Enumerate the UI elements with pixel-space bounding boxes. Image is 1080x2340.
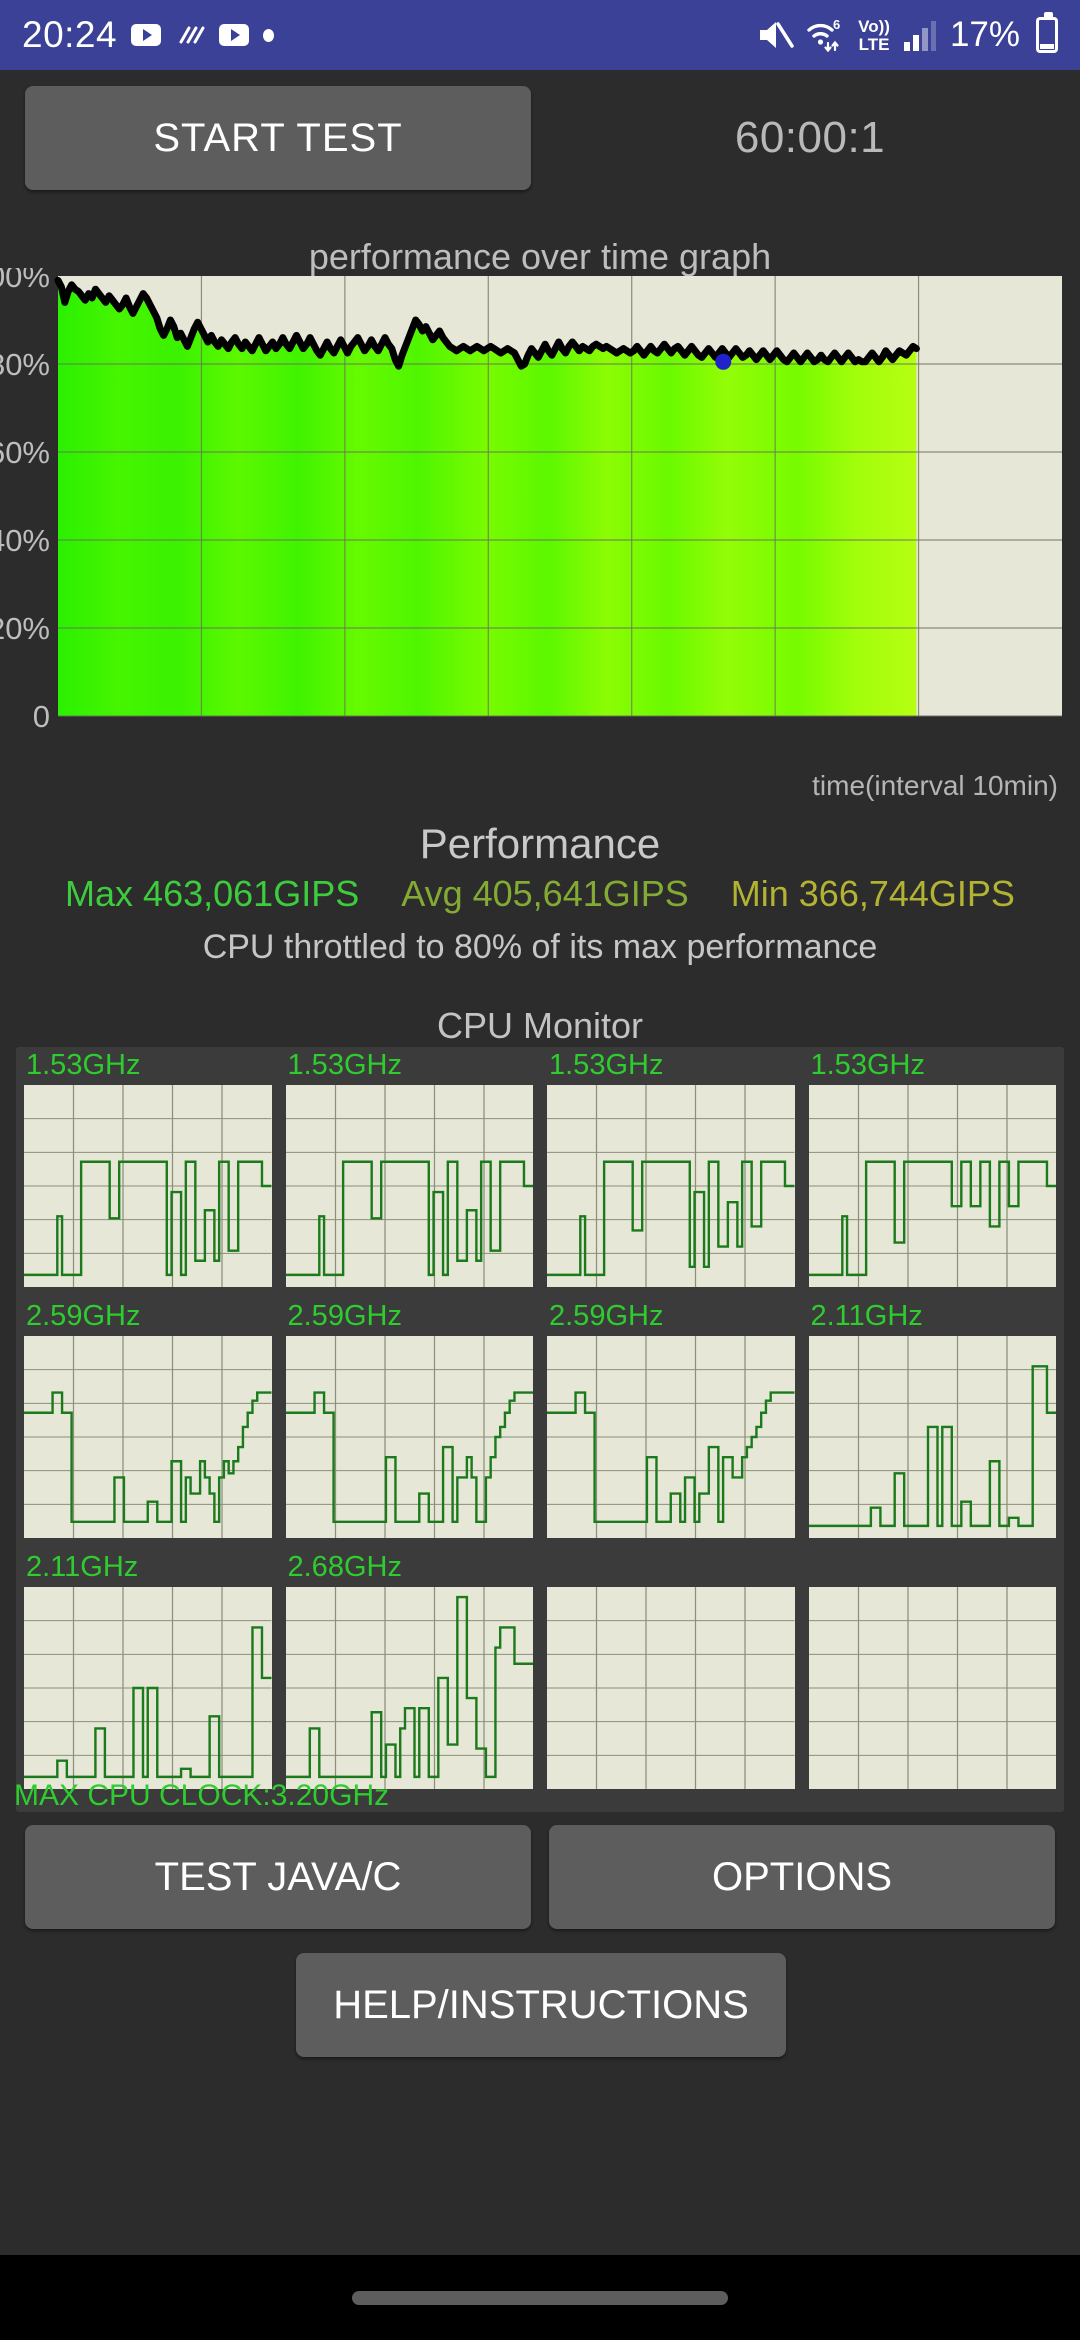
performance-stats: Max 463,061GIPS Avg 405,641GIPS Min 366,… [0, 873, 1080, 915]
cpu-core-chart [24, 1085, 272, 1287]
test-java-c-button[interactable]: TEST JAVA/C [25, 1825, 531, 1929]
cpu-core-frequency-label: 2.68GHz [287, 1551, 402, 1583]
cpu-core-chart [547, 1085, 795, 1287]
dot-icon [263, 28, 275, 42]
mute-icon [756, 18, 794, 52]
y-axis-tick-label: 20% [0, 611, 50, 646]
performance-heading: Performance [419, 820, 661, 867]
cpu-core-chart [547, 1336, 795, 1538]
wifi-generation-label: 6 [833, 17, 840, 32]
youtube-badge-icon [131, 24, 162, 46]
cpu-core-cell: 2.11GHz [24, 1551, 272, 1796]
y-axis-tick-label: 100% [0, 268, 50, 294]
cpu-core-chart [808, 1587, 1056, 1789]
cpu-core-cell: 2.59GHz [24, 1300, 272, 1545]
y-axis-tick-label: 0 [33, 699, 50, 734]
battery-percent-label: 17% [949, 15, 1020, 54]
cpu-core-chart [24, 1587, 272, 1789]
status-bar: 20:24 6 Vo)) LTE 17% [0, 0, 1080, 70]
system-navigation-bar [0, 2255, 1080, 2340]
volte-icon: Vo)) LTE [858, 18, 890, 53]
cpu-core-frequency-label: 2.11GHz [810, 1300, 923, 1332]
status-bar-left: 20:24 [22, 14, 275, 56]
cpu-core-chart [808, 1085, 1056, 1287]
cpu-core-cell [547, 1555, 795, 1796]
throttle-note: CPU throttled to 80% of its max performa… [202, 928, 878, 966]
cpu-core-frequency-label: 2.59GHz [26, 1300, 141, 1332]
volte-line-1: Vo)) [858, 16, 890, 36]
options-button[interactable]: OPTIONS [549, 1825, 1055, 1929]
cpu-core-frequency-label: 2.59GHz [549, 1300, 664, 1332]
cpu-core-chart [285, 1587, 533, 1789]
cpu-core-frequency-label: 1.53GHz [549, 1049, 664, 1081]
home-gesture-pill[interactable] [352, 2290, 728, 2305]
cpu-core-cell: 2.59GHz [547, 1300, 795, 1545]
performance-min: Min 366,744GIPS [730, 873, 1015, 914]
signal-icon [902, 18, 936, 52]
cpu-monitor-heading: CPU Monitor [436, 1005, 644, 1046]
cpu-core-chart [285, 1085, 533, 1287]
youtube-badge-icon [219, 24, 250, 46]
cpu-core-cell: 2.68GHz [285, 1551, 533, 1796]
status-bar-right: 6 Vo)) LTE 17% [756, 12, 1058, 55]
cpu-core-chart [24, 1336, 272, 1538]
cpu-core-frequency-label: 1.53GHz [810, 1049, 925, 1081]
status-clock: 20:24 [22, 14, 118, 55]
performance-graph: 100% 80% 60% 40% 20% 0 [0, 268, 1080, 778]
cpu-core-cell: 1.53GHz [808, 1049, 1056, 1294]
cpu-core-cell: 1.53GHz [285, 1049, 533, 1294]
volte-line-2: LTE [858, 34, 890, 54]
start-test-button[interactable]: START TEST [25, 86, 531, 190]
cpu-core-chart [808, 1336, 1056, 1538]
test-timer: 60:00:1 [734, 113, 886, 162]
cpu-core-chart [285, 1336, 533, 1538]
y-axis-tick-label: 80% [0, 347, 50, 382]
cpu-core-frequency-label: 1.53GHz [26, 1049, 141, 1081]
wifi-icon: 6 [806, 17, 846, 53]
y-axis-tick-label: 40% [0, 523, 50, 558]
cpu-core-cell: 2.11GHz [808, 1300, 1056, 1545]
performance-max: Max 463,061GIPS [65, 873, 360, 914]
battery-icon [1036, 12, 1058, 53]
help-instructions-button[interactable]: HELP/INSTRUCTIONS [296, 1953, 786, 2057]
cpu-core-frequency-label: 1.53GHz [287, 1049, 402, 1081]
cpu-core-frequency-label: 2.59GHz [287, 1300, 402, 1332]
max-cpu-clock-label: MAX CPU CLOCK:3.20GHz [14, 1779, 390, 1812]
motion-icon [175, 22, 205, 48]
top-controls: START TEST 60:00:1 [0, 86, 1080, 194]
cpu-core-cell: 1.53GHz [24, 1049, 272, 1294]
performance-avg: Avg 405,641GIPS [401, 873, 689, 914]
y-axis-tick-label: 60% [0, 435, 50, 470]
graph-x-axis-label: time(interval 10min) [812, 770, 1058, 801]
cpu-core-grid: 1.53GHz 1.53GHz 1.53GHz 1.53GHz 2.59GHz 2.59G… [24, 1049, 1056, 1796]
cpu-monitor-panel: 1.53GHz 1.53GHz 1.53GHz 1.53GHz 2.59GHz 2.59G… [16, 1047, 1064, 1812]
cpu-core-frequency-label: 2.11GHz [26, 1551, 139, 1583]
cpu-core-cell: 1.53GHz [547, 1049, 795, 1294]
cpu-core-cell: 2.59GHz [285, 1300, 533, 1545]
app-root: 20:24 6 Vo)) LTE 17% START TEST 60:00:1 … [0, 0, 1080, 2340]
cpu-core-chart [547, 1587, 795, 1789]
cpu-core-cell [808, 1555, 1056, 1796]
